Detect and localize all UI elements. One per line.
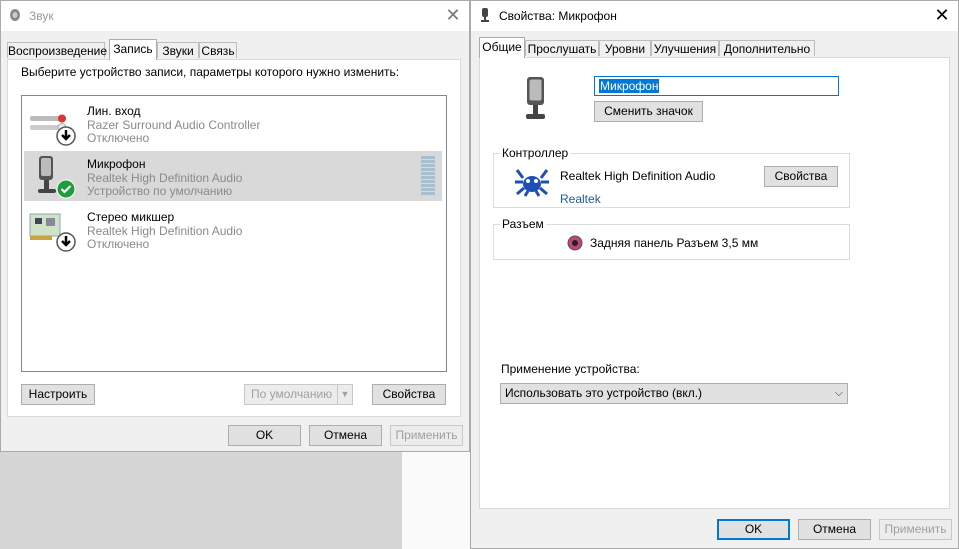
sound-tabs: Воспроизведение Запись Звуки Связь bbox=[7, 39, 467, 60]
jack-group: Разъем Задняя панель Разъем 3,5 мм bbox=[493, 217, 850, 260]
background-panel bbox=[0, 452, 402, 549]
jack-text: Задняя панель Разъем 3,5 мм bbox=[590, 236, 759, 250]
close-icon[interactable]: ✕ bbox=[443, 6, 463, 26]
chevron-down-icon[interactable]: ▼ bbox=[337, 385, 352, 404]
speaker-app-icon bbox=[10, 9, 20, 21]
device-name-field[interactable]: Микрофон bbox=[594, 76, 839, 96]
tab-listen[interactable]: Прослушать bbox=[525, 40, 599, 56]
general-page: Микрофон Сменить значок Контроллер Realt… bbox=[479, 57, 950, 509]
device-name: Стерео микшер bbox=[87, 210, 175, 224]
device-status: Устройство по умолчанию bbox=[87, 184, 233, 198]
line-in-icon bbox=[30, 114, 76, 146]
tab-communications[interactable]: Связь bbox=[199, 42, 237, 58]
usage-label: Применение устройства: bbox=[501, 362, 640, 376]
device-name: Микрофон bbox=[87, 157, 146, 171]
ok-button[interactable]: OK bbox=[717, 519, 790, 540]
set-default-button[interactable]: По умолчанию ▼ bbox=[244, 384, 353, 405]
background-area bbox=[402, 452, 472, 549]
jack-color-icon bbox=[567, 235, 583, 251]
controller-group: Контроллер Realtek High Definition Audio… bbox=[493, 146, 850, 208]
properties-button[interactable]: Свойства bbox=[372, 384, 446, 405]
tab-general[interactable]: Общие bbox=[479, 37, 525, 58]
device-name: Лин. вход bbox=[87, 104, 141, 118]
jack-label: Разъем bbox=[500, 217, 546, 231]
device-driver: Razer Surround Audio Controller bbox=[87, 118, 261, 132]
sound-card-icon bbox=[29, 213, 76, 252]
properties-window: Свойства: Микрофон ✕ Общие Прослушать Ур… bbox=[470, 0, 959, 549]
change-icon-button[interactable]: Сменить значок bbox=[594, 101, 703, 122]
device-driver: Realtek High Definition Audio bbox=[87, 224, 243, 238]
properties-window-title: Свойства: Микрофон bbox=[499, 9, 617, 23]
properties-tabs: Общие Прослушать Уровни Улучшения Дополн… bbox=[479, 37, 949, 58]
cancel-button[interactable]: Отмена bbox=[798, 519, 871, 540]
controller-properties-button[interactable]: Свойства bbox=[764, 166, 838, 187]
device-microphone[interactable]: Микрофон Realtek High Definition Audio У… bbox=[24, 151, 442, 201]
apply-button[interactable]: Применить bbox=[879, 519, 952, 540]
controller-name: Realtek High Definition Audio bbox=[560, 169, 716, 183]
device-name-text: Микрофон bbox=[599, 79, 660, 93]
tab-enhancements[interactable]: Улучшения bbox=[651, 40, 719, 56]
tab-levels[interactable]: Уровни bbox=[599, 40, 651, 56]
apply-button[interactable]: Применить bbox=[390, 425, 463, 446]
close-icon[interactable]: ✕ bbox=[932, 6, 952, 26]
device-list[interactable]: Лин. вход Razer Surround Audio Controlle… bbox=[21, 95, 447, 372]
microphone-icon bbox=[38, 156, 76, 199]
device-status: Отключено bbox=[87, 131, 150, 145]
set-default-label: По умолчанию bbox=[251, 387, 333, 401]
configure-button[interactable]: Настроить bbox=[21, 384, 95, 405]
usage-value: Использовать это устройство (вкл.) bbox=[505, 386, 703, 400]
sound-window: Звук ✕ Воспроизведение Запись Звуки Связ… bbox=[0, 0, 470, 452]
level-meter bbox=[421, 156, 435, 196]
sound-window-title: Звук bbox=[29, 9, 54, 23]
instruction-text: Выберите устройство записи, параметры ко… bbox=[21, 65, 400, 79]
tab-playback[interactable]: Воспроизведение bbox=[7, 42, 107, 58]
device-line-in[interactable]: Лин. вход Razer Surround Audio Controlle… bbox=[24, 98, 442, 148]
ok-button[interactable]: OK bbox=[228, 425, 301, 446]
tab-advanced[interactable]: Дополнительно bbox=[719, 40, 815, 56]
sound-titlebar: Звук ✕ bbox=[1, 1, 469, 31]
device-stereo-mix[interactable]: Стерео микшер Realtek High Definition Au… bbox=[24, 204, 442, 254]
tab-recording[interactable]: Запись bbox=[109, 39, 157, 60]
tab-sounds[interactable]: Звуки bbox=[157, 42, 199, 58]
microphone-small-icon bbox=[481, 8, 489, 22]
chevron-down-icon: ⌵ bbox=[834, 387, 843, 399]
usage-select[interactable]: Использовать это устройство (вкл.) ⌵ bbox=[500, 383, 848, 404]
realtek-crab-icon bbox=[515, 169, 549, 197]
device-driver: Realtek High Definition Audio bbox=[87, 171, 243, 185]
properties-titlebar: Свойства: Микрофон ✕ bbox=[471, 1, 958, 31]
device-status: Отключено bbox=[87, 237, 150, 251]
controller-label: Контроллер bbox=[500, 146, 571, 160]
cancel-button[interactable]: Отмена bbox=[309, 425, 382, 446]
microphone-icon bbox=[526, 77, 545, 119]
realtek-link[interactable]: Realtek bbox=[560, 192, 601, 206]
